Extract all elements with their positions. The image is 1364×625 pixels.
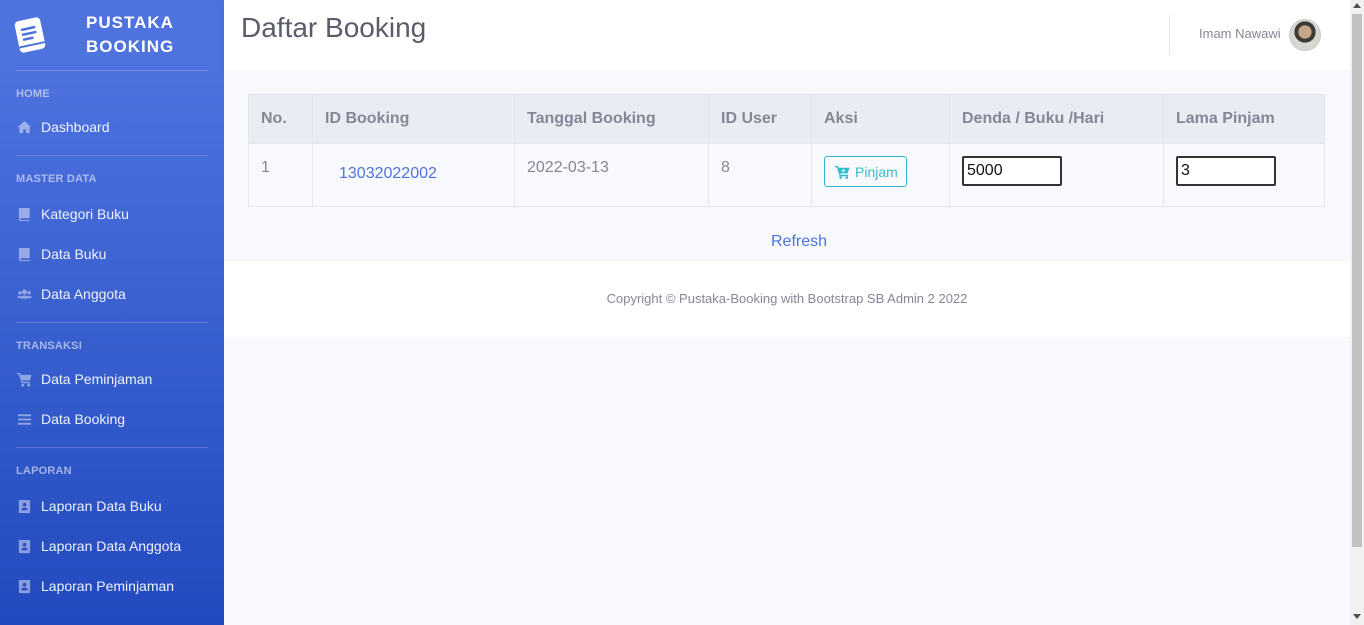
- sidebar-item-label: Data Booking: [41, 411, 126, 427]
- book-icon: [12, 16, 48, 54]
- sidebar-item-data-booking[interactable]: Data Booking: [0, 399, 224, 439]
- sidebar-item-data-buku[interactable]: Data Buku: [0, 234, 224, 274]
- topbar-divider: [1169, 15, 1170, 55]
- cell-tanggal-booking: 2022-03-13: [514, 143, 709, 207]
- cell-id-booking: 13032022002: [312, 143, 515, 207]
- column-header-id-booking: ID Booking: [312, 94, 515, 144]
- sidebar-heading-master-data: MASTER DATA: [16, 173, 97, 185]
- sidebar-heading-home: HOME: [16, 88, 50, 100]
- brand-line-2: BOOKING: [86, 37, 175, 56]
- pinjam-button-label: Pinjam: [855, 163, 898, 180]
- vertical-scrollbar[interactable]: [1350, 0, 1364, 625]
- sidebar-item-label: Laporan Data Anggota: [41, 538, 182, 554]
- scroll-down-icon[interactable]: [1353, 614, 1361, 619]
- cart-icon: [16, 371, 33, 388]
- main-content: No. ID Booking Tanggal Booking ID User A…: [224, 70, 1350, 261]
- brand-line-1: PUSTAKA: [86, 13, 174, 32]
- sidebar-heading-transaksi: TRANSAKSI: [16, 340, 82, 352]
- table-row: 1 13032022002 2022-03-13 8 Pinjam: [248, 143, 1325, 207]
- sidebar-item-data-anggota[interactable]: Data Anggota: [0, 274, 224, 314]
- address-book-icon: [16, 498, 33, 515]
- table-header-row: No. ID Booking Tanggal Booking ID User A…: [248, 94, 1325, 144]
- sidebar: PUSTAKA BOOKING HOME Dashboard MASTER DA…: [0, 0, 224, 625]
- sidebar-heading-laporan: LAPORAN: [16, 465, 72, 477]
- sidebar-item-label: Dashboard: [41, 119, 110, 135]
- sidebar-item-label: Data Peminjaman: [41, 371, 153, 387]
- sidebar-item-label: Laporan Data Buku: [41, 498, 162, 514]
- sidebar-item-kategori-buku[interactable]: Kategori Buku: [0, 194, 224, 234]
- sidebar-item-label: Kategori Buku: [41, 206, 129, 222]
- sidebar-item-label: Data Buku: [41, 246, 107, 262]
- avatar[interactable]: [1289, 19, 1321, 51]
- cell-no: 1: [248, 143, 313, 207]
- refresh-link[interactable]: Refresh: [771, 233, 827, 251]
- cart-plus-icon: [835, 165, 850, 179]
- sidebar-item-label: Laporan Peminjaman: [41, 578, 175, 594]
- address-book-icon: [16, 538, 33, 555]
- sidebar-item-dashboard[interactable]: Dashboard: [0, 107, 224, 147]
- column-header-lama-pinjam: Lama Pinjam: [1163, 94, 1325, 144]
- cell-id-user: 8: [708, 143, 812, 207]
- user-name[interactable]: Imam Nawawi: [1199, 26, 1281, 41]
- sidebar-item-laporan-data-buku[interactable]: Laporan Data Buku: [0, 486, 224, 526]
- denda-input[interactable]: [962, 156, 1062, 186]
- sidebar-item-label: Data Anggota: [41, 286, 126, 302]
- column-header-tanggal-booking: Tanggal Booking: [514, 94, 709, 144]
- sidebar-item-laporan-data-anggota[interactable]: Laporan Data Anggota: [0, 526, 224, 566]
- lama-pinjam-input[interactable]: [1176, 156, 1276, 186]
- copyright-text: Copyright © Pustaka-Booking with Bootstr…: [606, 291, 968, 306]
- column-header-id-user: ID User: [708, 94, 812, 144]
- column-header-no: No.: [248, 94, 313, 144]
- cell-denda: [949, 143, 1164, 207]
- page-title: Daftar Booking: [241, 12, 427, 43]
- list-icon: [16, 411, 33, 428]
- sidebar-brand[interactable]: PUSTAKA BOOKING: [0, 0, 224, 70]
- sidebar-item-data-peminjaman[interactable]: Data Peminjaman: [0, 359, 224, 399]
- footer: Copyright © Pustaka-Booking with Bootstr…: [224, 261, 1350, 337]
- brand-text: PUSTAKA BOOKING: [86, 11, 174, 59]
- id-booking-link[interactable]: 13032022002: [339, 165, 437, 182]
- scroll-up-icon[interactable]: [1353, 3, 1361, 8]
- scrollbar-thumb[interactable]: [1352, 14, 1362, 547]
- topbar: Daftar Booking Imam Nawawi: [224, 0, 1350, 70]
- sidebar-item-laporan-peminjaman[interactable]: Laporan Peminjaman: [0, 566, 224, 606]
- pinjam-button[interactable]: Pinjam: [824, 156, 907, 187]
- book-icon: [16, 246, 33, 263]
- column-header-aksi: Aksi: [811, 94, 950, 144]
- book-icon: [16, 206, 33, 223]
- cell-lama-pinjam: [1163, 143, 1325, 207]
- column-header-denda: Denda / Buku /Hari: [949, 94, 1164, 144]
- booking-table: No. ID Booking Tanggal Booking ID User A…: [248, 94, 1325, 207]
- cell-aksi: Pinjam: [811, 143, 950, 207]
- home-icon: [16, 119, 33, 136]
- address-book-icon: [16, 578, 33, 595]
- users-icon: [16, 286, 33, 303]
